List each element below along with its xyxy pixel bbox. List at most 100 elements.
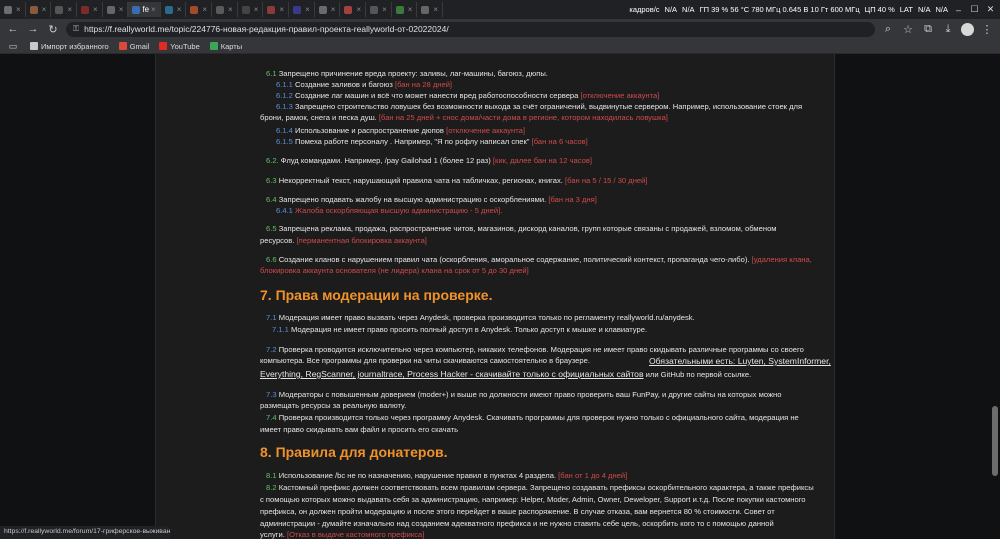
rule-text: с помощью которых можно выдавать себя за… bbox=[260, 495, 806, 504]
rule-line: размещать ресурсы за реальную валюту. bbox=[260, 400, 406, 411]
site-info-icon[interactable]: ⚿ bbox=[73, 24, 79, 34]
bookmark-label: Импорт избранного bbox=[41, 41, 109, 51]
tab-close-icon[interactable]: × bbox=[356, 5, 361, 14]
rule-text: Проверка производится только через прогр… bbox=[278, 413, 799, 422]
minimize-icon[interactable]: – bbox=[953, 5, 964, 15]
tab-close-icon[interactable]: × bbox=[433, 5, 438, 14]
browser-tab[interactable]: × bbox=[315, 2, 341, 17]
zoom-icon[interactable]: ⌕ bbox=[881, 22, 895, 36]
browser-tab[interactable]: × bbox=[366, 2, 392, 17]
rule-line: блокировка аккаунта основателя (не лидер… bbox=[260, 265, 529, 276]
forward-arrow-icon[interactable]: → bbox=[26, 22, 40, 36]
tab-close-icon[interactable]: × bbox=[305, 5, 310, 14]
tab-close-icon[interactable]: × bbox=[331, 5, 336, 14]
lat-label: LAT bbox=[899, 5, 913, 14]
tab-close-icon[interactable]: × bbox=[408, 5, 413, 14]
browser-tab[interactable]: × bbox=[103, 2, 129, 17]
tab-close-icon[interactable]: × bbox=[279, 5, 284, 14]
avatar[interactable] bbox=[961, 22, 974, 36]
close-icon[interactable]: ✕ bbox=[985, 4, 996, 15]
back-arrow-icon[interactable]: ← bbox=[6, 22, 20, 36]
rule-text: услуги. bbox=[260, 530, 285, 539]
address-bar[interactable]: ⚿ https://f.reallyworld.me/topic/224776-… bbox=[66, 21, 875, 37]
tab-favicon-icon bbox=[293, 5, 302, 14]
rule-text: Флуд командами. Например, /pay Gailohad … bbox=[280, 156, 491, 165]
browser-tab[interactable]: × bbox=[417, 2, 444, 17]
bookmark-maps[interactable]: Карты bbox=[209, 42, 242, 51]
rule-line: администрации - думайте изначально над с… bbox=[260, 518, 774, 529]
rule-number: 6.1.5 bbox=[276, 137, 293, 146]
browser-tab[interactable]: × bbox=[238, 2, 264, 17]
page-scrollbar[interactable] bbox=[992, 56, 998, 537]
rule-line: 6.5 Запрещена реклама, продажа, распрост… bbox=[266, 223, 777, 234]
rule-line: 8.2 Кастомный префикс должен соответство… bbox=[266, 482, 814, 493]
rule-line: 6.1.3 Запрещено строительство ловушек бе… bbox=[276, 101, 802, 112]
tab-list: × × × × × fe × × × × × × × × × × × × bbox=[0, 0, 629, 19]
bookmark-gmail[interactable]: Gmail bbox=[118, 41, 150, 51]
rule-text: Модерация имеет право вызвать через Anyd… bbox=[278, 313, 695, 322]
rule-number: 8.1 bbox=[266, 471, 277, 480]
browser-tab[interactable]: × bbox=[340, 2, 367, 17]
rule-number: 6.1.1 bbox=[276, 80, 293, 89]
tab-close-icon[interactable]: × bbox=[254, 5, 259, 14]
tab-close-icon[interactable]: × bbox=[151, 5, 156, 14]
browser-tab[interactable]: × bbox=[263, 2, 290, 17]
browser-tab[interactable]: × bbox=[289, 2, 315, 17]
left-gutter bbox=[0, 54, 155, 539]
rule-text: Запрещена реклама, продажа, распростране… bbox=[278, 224, 777, 233]
tab-close-icon[interactable]: × bbox=[67, 5, 72, 14]
bookmark-label: Gmail bbox=[129, 41, 150, 51]
apps-icon[interactable]: ▭ bbox=[6, 39, 20, 53]
status-bar-url: https://f.reallyworld.me/forum/17-грифер… bbox=[0, 526, 170, 539]
downloads-icon[interactable]: ⤓ bbox=[941, 22, 955, 36]
tab-close-icon[interactable]: × bbox=[177, 5, 182, 14]
browser-tab[interactable]: fe × bbox=[128, 2, 161, 17]
menu-icon[interactable]: ⋮ bbox=[980, 22, 994, 36]
tab-close-icon[interactable]: × bbox=[42, 5, 47, 14]
youtube-icon bbox=[159, 42, 168, 50]
rule-text: администрации - думайте изначально над с… bbox=[260, 519, 774, 528]
rule-penalty: [бан на 28 дней] bbox=[394, 80, 453, 89]
rule-penalty: [бан на 25 дней + снос дома/части дома в… bbox=[378, 113, 668, 122]
tab-close-icon[interactable]: × bbox=[16, 5, 21, 14]
lat-value-2: N/A bbox=[935, 5, 948, 14]
rule-number: 8.2 bbox=[266, 483, 277, 492]
rule-text: Создание лаг машин и всё что может нанес… bbox=[295, 91, 579, 100]
required-programs-link[interactable]: Обязательными есть: Luyten, SystemInform… bbox=[649, 356, 831, 367]
rule-number: 6.3 bbox=[266, 176, 277, 185]
browser-tab[interactable]: × bbox=[51, 2, 78, 17]
browser-tab[interactable]: × bbox=[26, 2, 52, 17]
cpu-readout: ЦП 40 % bbox=[864, 5, 895, 14]
tab-close-icon[interactable]: × bbox=[228, 5, 233, 14]
scrollbar-thumb[interactable] bbox=[992, 406, 998, 476]
tab-close-icon[interactable]: × bbox=[119, 5, 124, 14]
rule-number: 6.1 bbox=[266, 69, 277, 78]
bookmark-youtube[interactable]: YouTube bbox=[159, 42, 200, 51]
browser-tab[interactable]: × bbox=[212, 2, 238, 17]
browser-tab[interactable]: × bbox=[77, 2, 103, 17]
browser-tab[interactable]: × bbox=[186, 2, 213, 17]
page-viewport: 6.1 Запрещено причинение вреда проекту: … bbox=[0, 54, 1000, 539]
rule-line: 7.3 Модераторы с повышенным доверием (mo… bbox=[266, 389, 781, 400]
bookmark-import[interactable]: Импорт избранного bbox=[30, 42, 109, 51]
rule-text: Кастомный префикс должен соответствовать… bbox=[278, 483, 814, 492]
tab-close-icon[interactable]: × bbox=[93, 5, 98, 14]
rule-number: 6.1.2 bbox=[276, 91, 293, 100]
rule-penalty: [отключение аккаунта] bbox=[580, 91, 660, 100]
reload-icon[interactable]: ↻ bbox=[46, 22, 60, 36]
browser-tab[interactable]: × bbox=[0, 2, 26, 17]
rule-line: 6.1.2 Создание лаг машин и всё что может… bbox=[276, 90, 659, 101]
bookmarks-bar: ▭ Импорт избранного Gmail YouTube Карты bbox=[0, 39, 1000, 54]
browser-tab[interactable]: × bbox=[161, 2, 187, 17]
browser-tab[interactable]: × bbox=[392, 2, 418, 17]
fps-label: кадров/с bbox=[629, 5, 660, 14]
bookmark-star-icon[interactable]: ☆ bbox=[901, 22, 915, 36]
maximize-icon[interactable]: ☐ bbox=[969, 4, 980, 15]
required-programs-list[interactable]: Everything, RegScanner, journaltrace, Pr… bbox=[260, 369, 644, 379]
tab-close-icon[interactable]: × bbox=[202, 5, 207, 14]
tab-favicon-icon bbox=[29, 5, 38, 14]
extensions-icon[interactable]: ⧉ bbox=[921, 22, 935, 36]
required-programs-label[interactable]: Обязательными есть: Luyten, SystemInform… bbox=[649, 356, 831, 366]
tab-close-icon[interactable]: × bbox=[382, 5, 387, 14]
rule-number: 7.1 bbox=[266, 313, 277, 322]
